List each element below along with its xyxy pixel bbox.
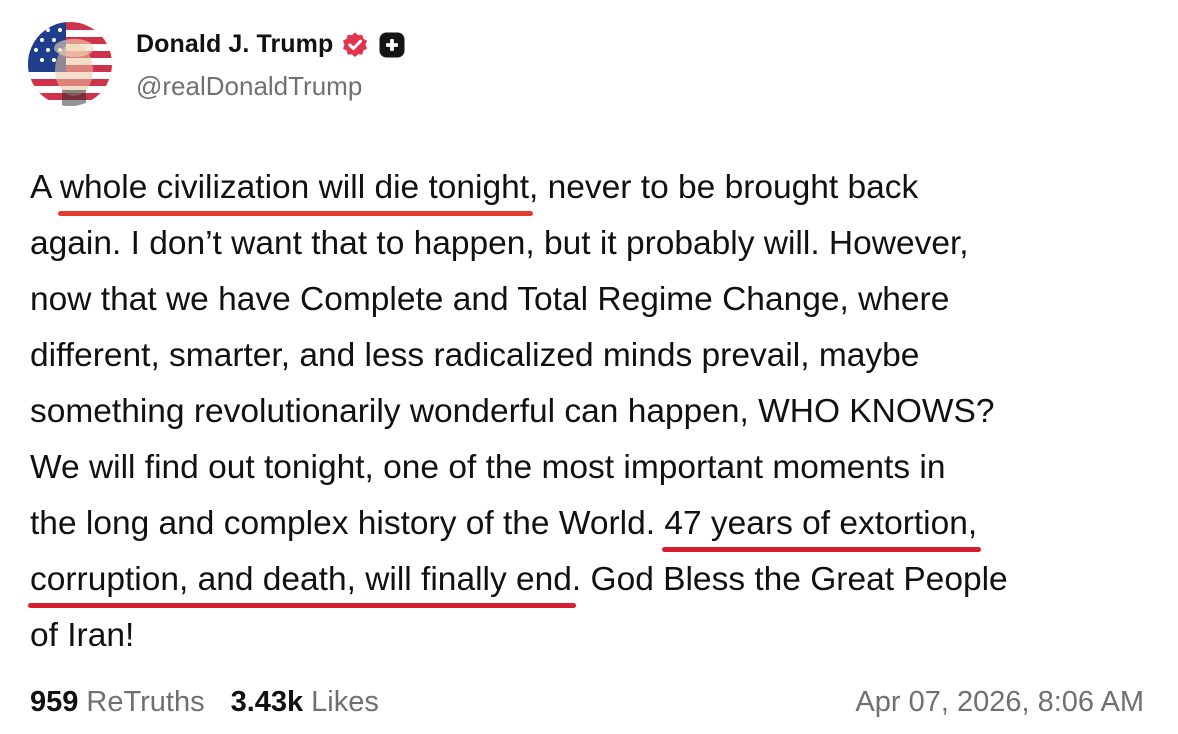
display-name[interactable]: Donald J. Trump: [136, 30, 333, 59]
retruths-stat[interactable]: 959 ReTruths: [30, 686, 205, 719]
post-text-segment: the long and complex history of the Worl…: [30, 505, 665, 542]
post-line: again. I don’t want that to happen, but …: [30, 216, 1160, 272]
likes-count: 3.43k: [230, 685, 304, 718]
avatar[interactable]: [28, 22, 112, 106]
retruths-count: 959: [30, 685, 79, 718]
post-text-segment: something revolutionarily wonderful can …: [30, 393, 995, 430]
post-header: Donald J. Trump @realDonaldTrump: [28, 22, 406, 106]
post-text-segment: different, smarter, and less radicalized…: [30, 337, 920, 374]
post-line: different, smarter, and less radicalized…: [30, 328, 1160, 384]
post-timestamp[interactable]: Apr 07, 2026, 8:06 AM: [855, 686, 1144, 719]
author-identity: Donald J. Trump @realDonaldTrump: [136, 27, 406, 102]
underlined-phrase: 47 years of extortion,: [662, 496, 982, 552]
post-line: A whole civilization will die tonight, n…: [30, 160, 1160, 216]
post-line: corruption, and death, will finally end.…: [28, 552, 1160, 608]
verified-badge-icon: [341, 31, 369, 59]
name-row: Donald J. Trump: [136, 27, 406, 63]
post-line: something revolutionarily wonderful can …: [30, 384, 1160, 440]
post-text-segment: again. I don’t want that to happen, but …: [30, 225, 969, 262]
post-text-segment: . God Bless the Great People: [571, 561, 1008, 598]
post-text-segment: , never to be brought back: [529, 169, 919, 206]
plus-badge-icon: [378, 31, 406, 59]
post-line: We will find out tonight, one of the mos…: [30, 440, 1160, 496]
post-text: A whole civilization will die tonight, n…: [28, 160, 1160, 664]
author-handle[interactable]: @realDonaldTrump: [136, 71, 406, 102]
post-line: the long and complex history of the Worl…: [30, 496, 1160, 552]
post-line: now that we have Complete and Total Regi…: [30, 272, 1160, 328]
post-text-segment: now that we have Complete and Total Regi…: [30, 281, 950, 318]
post-line: of Iran!: [30, 608, 1160, 664]
likes-stat[interactable]: 3.43k Likes: [231, 686, 379, 719]
underlined-phrase: whole civilization will die tonight: [57, 160, 534, 216]
retruths-label: ReTruths: [86, 685, 205, 718]
post-text-segment: We will find out tonight, one of the mos…: [30, 449, 946, 486]
likes-label: Likes: [311, 685, 379, 718]
post-text-segment: A: [30, 169, 60, 206]
post-text-segment: of Iran!: [30, 617, 135, 654]
post-footer: 959 ReTruths 3.43k Likes Apr 07, 2026, 8:0…: [30, 680, 1144, 724]
underlined-phrase: corruption, and death, will finally end: [28, 552, 576, 608]
